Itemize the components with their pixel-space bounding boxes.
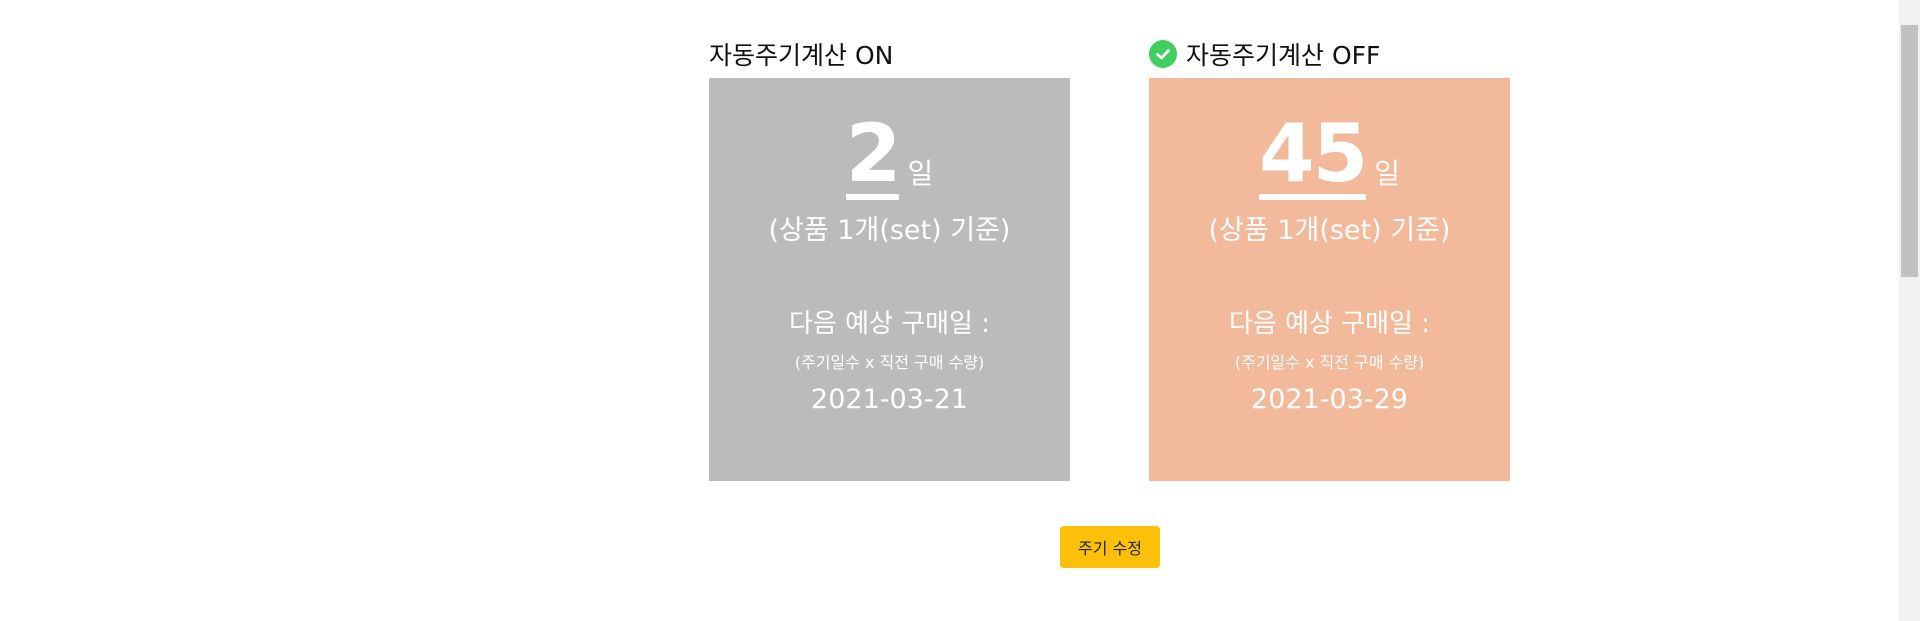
next-purchase-label: 다음 예상 구매일 : [1229, 309, 1430, 339]
period-row: 45 일 [1149, 114, 1510, 200]
period-unit: 일 [907, 157, 934, 190]
period-value: 45 [1258, 107, 1368, 200]
period-value: 2 [845, 107, 901, 200]
check-circle-icon [1149, 40, 1177, 68]
vertical-scrollbar[interactable] [1899, 0, 1920, 621]
cycle-card[interactable]: 45 일 (상품 1개(set) 기준) 다음 예상 구매일 : (주기일수 x… [1149, 78, 1510, 481]
next-purchase-date: 2021-03-29 [1251, 384, 1408, 415]
period-unit: 일 [1374, 157, 1401, 190]
next-purchase-formula: (주기일수 x 직전 구매 수량) [794, 353, 985, 372]
option-header[interactable]: 자동주기계산 OFF [1149, 34, 1510, 74]
option-title: 자동주기계산 OFF [1186, 41, 1381, 70]
period-basis: (상품 1개(set) 기준) [768, 215, 1011, 246]
period-basis: (상품 1개(set) 기준) [1208, 215, 1451, 246]
option-title: 자동주기계산 ON [709, 41, 894, 70]
option-header[interactable]: 자동주기계산 ON [709, 34, 1070, 74]
edit-cycle-button[interactable]: 주기 수정 [1060, 526, 1160, 568]
scrollbar-thumb[interactable] [1901, 25, 1918, 277]
option-auto-cycle-on[interactable]: 자동주기계산 ON 2 일 (상품 1개(set) 기준) 다음 예상 구매일 … [709, 34, 1070, 481]
cycle-settings-page: 자동주기계산 ON 2 일 (상품 1개(set) 기준) 다음 예상 구매일 … [0, 0, 1920, 621]
next-purchase-label: 다음 예상 구매일 : [789, 309, 990, 339]
next-purchase-date: 2021-03-21 [811, 384, 968, 415]
period-row: 2 일 [709, 114, 1070, 200]
option-auto-cycle-off[interactable]: 자동주기계산 OFF 45 일 (상품 1개(set) 기준) 다음 예상 구매… [1149, 34, 1510, 481]
next-purchase-formula: (주기일수 x 직전 구매 수량) [1234, 353, 1425, 372]
cycle-card[interactable]: 2 일 (상품 1개(set) 기준) 다음 예상 구매일 : (주기일수 x … [709, 78, 1070, 481]
